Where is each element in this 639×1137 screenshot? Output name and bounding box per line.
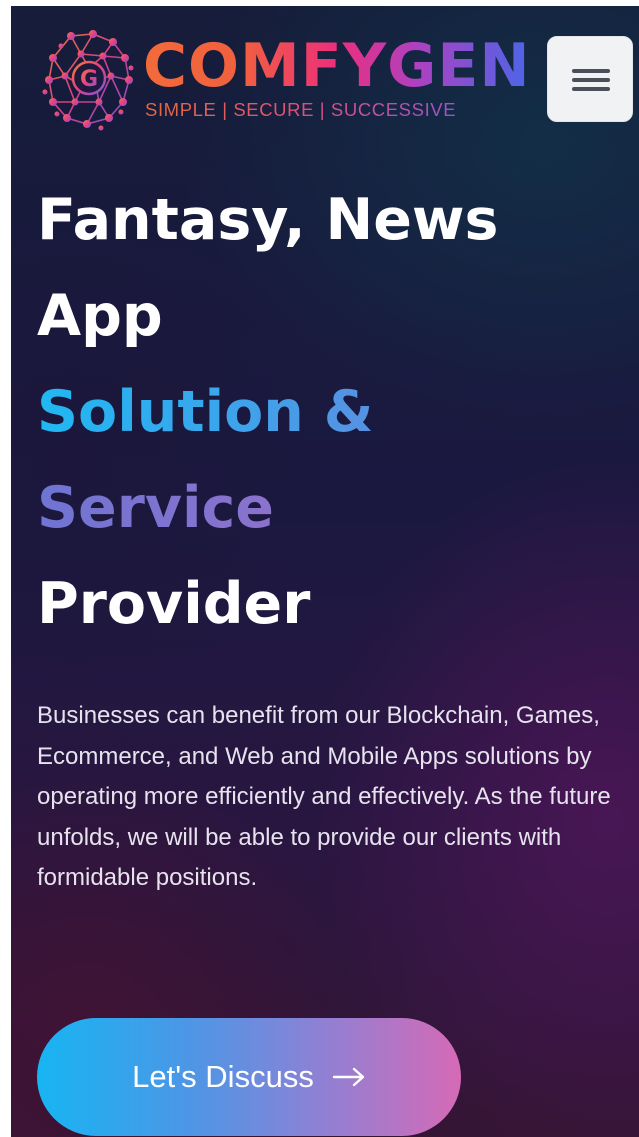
hero-title-highlight-2: Service xyxy=(37,460,627,556)
cta-label: Let's Discuss xyxy=(132,1059,314,1094)
hero-title-line-2: App xyxy=(37,283,163,349)
hero-title-highlight-1: Solution & xyxy=(37,364,627,460)
brand-logo[interactable]: G COMFYGEN SIMPLE | SECURE | SUCCESSIVE xyxy=(41,28,541,132)
site-header: G COMFYGEN SIMPLE | SECURE | SUCCESSIVE xyxy=(11,6,639,131)
logo-wordmark: COMFYGEN xyxy=(143,31,531,101)
logo-tagline: SIMPLE | SECURE | SUCCESSIVE xyxy=(145,99,457,120)
logo-letter: G xyxy=(80,67,98,92)
hero-title-line-5: Provider xyxy=(37,571,311,637)
logo-network-icon: G xyxy=(42,30,134,131)
page-viewport: G COMFYGEN SIMPLE | SECURE | SUCCESSIVE … xyxy=(11,6,639,1137)
arrow-right-icon xyxy=(332,1067,365,1087)
hero-title-line-1: Fantasy, News xyxy=(37,187,499,253)
hamburger-menu-icon xyxy=(572,69,610,73)
hamburger-menu-button[interactable] xyxy=(547,36,633,122)
hero-title: Fantasy, News App Solution & Service Pro… xyxy=(37,172,627,652)
lets-discuss-button[interactable]: Let's Discuss xyxy=(37,1018,461,1136)
hero-description: Businesses can benefit from our Blockcha… xyxy=(37,702,611,891)
